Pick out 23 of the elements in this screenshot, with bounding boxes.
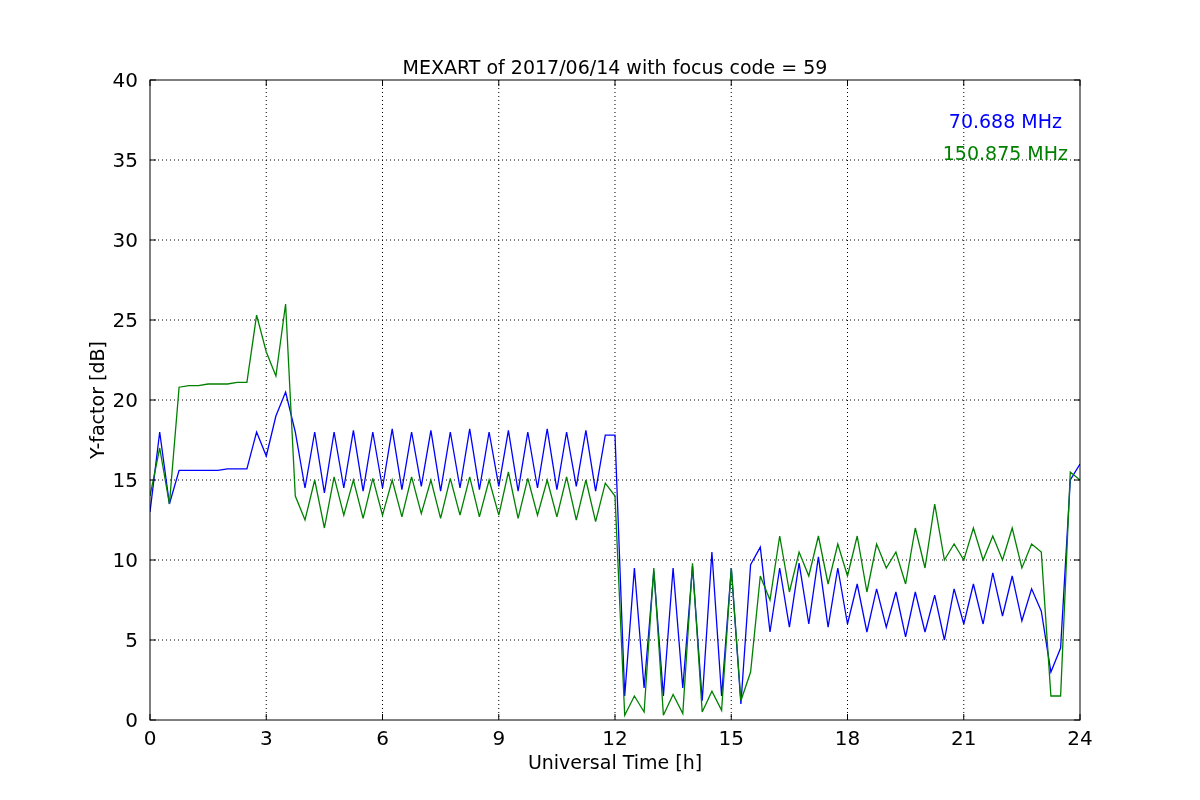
y-tick-label: 25 — [112, 308, 138, 332]
y-tick-label: 40 — [112, 68, 138, 92]
y-tick-label: 30 — [112, 228, 138, 252]
x-tick-label: 24 — [1067, 726, 1093, 750]
x-tick-label: 15 — [718, 726, 744, 750]
y-tick-label: 10 — [112, 548, 138, 572]
x-tick-label: 18 — [834, 726, 861, 750]
x-tick-label: 9 — [492, 726, 506, 750]
x-tick-label: 12 — [602, 726, 628, 750]
y-tick-label: 20 — [112, 388, 138, 412]
y-tick-label: 5 — [125, 628, 138, 652]
x-axis-label: Universal Time [h] — [527, 751, 703, 773]
y-axis-label: Y-factor [dB] — [86, 341, 108, 459]
y-tick-label: 0 — [125, 708, 138, 732]
y-tick-label: 35 — [112, 148, 138, 172]
legend-label: 150.875 MHz — [942, 142, 1068, 164]
x-tick-label: 21 — [951, 726, 977, 750]
y-tick-label: 15 — [112, 468, 138, 492]
x-tick-label: 3 — [259, 726, 273, 750]
chart-title: MEXART of 2017/06/14 with focus code = 59 — [402, 56, 828, 78]
legend-label: 70.688 MHz — [948, 110, 1062, 132]
x-tick-label: 0 — [143, 726, 157, 750]
x-tick-label: 6 — [376, 726, 389, 750]
